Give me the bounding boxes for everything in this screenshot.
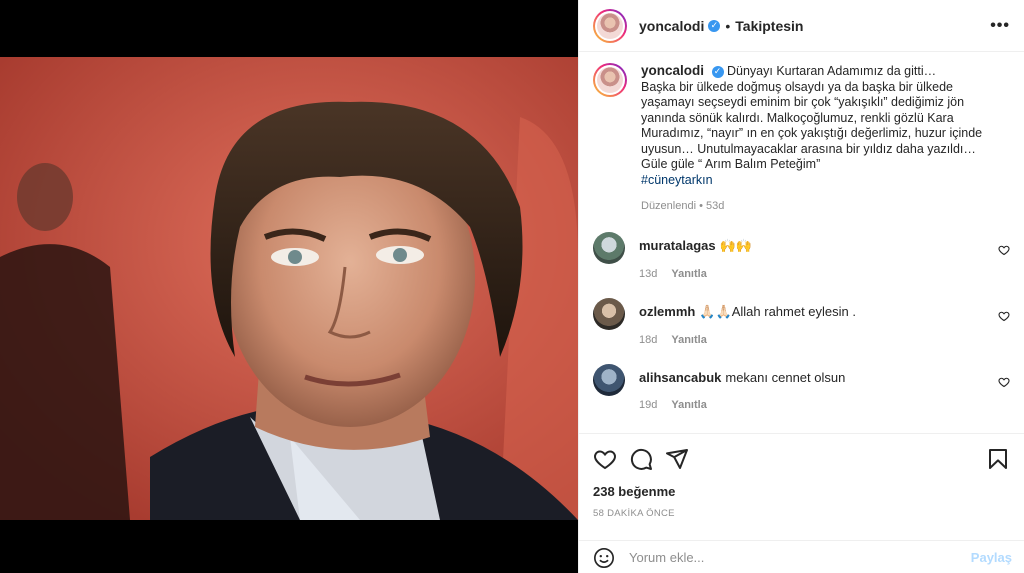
caption-author-avatar[interactable]: [593, 63, 627, 97]
share-icon[interactable]: [665, 447, 689, 471]
comment-item: ozlemmh 🙏🏻🙏🏻Allah rahmet eylesin . 18d Yan…: [593, 298, 1010, 346]
comment-like-heart-icon[interactable]: [998, 244, 1010, 256]
verified-badge-icon: ✓: [711, 65, 724, 78]
commenter-username[interactable]: alihsancabuk: [639, 370, 721, 385]
verified-badge-icon: ✓: [708, 19, 721, 32]
post-image[interactable]: [0, 57, 578, 520]
caption-line: Dünyayı Kurtaran Adamımız da gitti…: [726, 64, 937, 78]
media-pane: [0, 0, 578, 573]
comment-text: 🙏🏻🙏🏻Allah rahmet eylesin .: [699, 304, 856, 319]
commenter-avatar[interactable]: [593, 232, 625, 264]
caption-line: Muradımız, “nayır” ın en çok yakıştığı d…: [641, 126, 983, 140]
comment-like-heart-icon[interactable]: [998, 376, 1010, 388]
caption-line: uyusun… Unutulmayacaklar arasına bir yıl…: [641, 141, 976, 156]
comments-scroll-area[interactable]: yoncalodi ✓ Dünyayı Kurtaran Adamımız da…: [579, 53, 1024, 433]
comment-text: 🙌🙌: [719, 238, 752, 253]
edited-time: 53d: [706, 200, 725, 212]
comment-time: 19d: [639, 399, 658, 411]
edited-label: Düzenlendi: [641, 200, 697, 212]
caption-text: yoncalodi ✓ Dünyayı Kurtaran Adamımız da…: [641, 63, 982, 188]
post-header: yoncalodi ✓ • Takiptesin •••: [579, 0, 1024, 52]
action-icons-row: [593, 434, 1010, 484]
post-timestamp: 58 DAKİKA ÖNCE: [593, 508, 675, 519]
caption-block: yoncalodi ✓ Dünyayı Kurtaran Adamımız da…: [593, 63, 1010, 188]
comment-time: 13d: [639, 268, 658, 280]
caption-username[interactable]: yoncalodi: [641, 63, 704, 78]
caption-line: Güle güle “ Arım Balım Peteğim”: [641, 157, 821, 171]
comment-time: 18d: [639, 334, 658, 346]
author-username[interactable]: yoncalodi: [639, 18, 704, 34]
comment-composer: Paylaş: [579, 540, 1024, 573]
post-comment-button[interactable]: Paylaş: [971, 550, 1012, 565]
commenter-username[interactable]: ozlemmh: [639, 304, 695, 319]
emoji-icon[interactable]: [593, 547, 615, 569]
likes-count[interactable]: 238 beğenme: [593, 484, 1010, 499]
reply-button[interactable]: Yanıtla: [671, 399, 706, 411]
separator-dot: •: [725, 17, 731, 34]
comment-icon[interactable]: [629, 447, 653, 471]
caption-line: yanında sönük kalırdı. Malkoçoğlumuz, re…: [641, 110, 954, 125]
hashtag-link[interactable]: #cüneytarkın: [641, 173, 713, 187]
portrait-illustration: [0, 57, 578, 520]
comment-text: mekanı cennet olsun: [725, 370, 846, 385]
caption-line: Başka bir ülkede doğmuş olsaydı ya da ba…: [641, 79, 953, 94]
post-actions: 238 beğenme 58 DAKİKA ÖNCE: [579, 433, 1024, 543]
comment-like-heart-icon[interactable]: [998, 310, 1010, 322]
reply-button[interactable]: Yanıtla: [671, 268, 706, 280]
edited-meta: Düzenlendi • 53d: [641, 200, 725, 212]
caption-line: yaşamayı seçseydi eminim bir çok “yakışı…: [641, 95, 965, 109]
comment-item: alihsancabuk mekanı cennet olsun 19d Yanıt…: [593, 364, 1010, 411]
reply-button[interactable]: Yanıtla: [671, 334, 706, 346]
follow-status-button[interactable]: Takiptesin: [735, 18, 803, 34]
comment-input[interactable]: [629, 550, 971, 565]
bookmark-icon[interactable]: [986, 447, 1010, 471]
heart-icon[interactable]: [593, 447, 617, 471]
author-avatar[interactable]: [593, 8, 627, 43]
post-modal: yoncalodi ✓ • Takiptesin ••• yoncalodi ✓…: [0, 0, 1024, 573]
comment-item: muratalagas 🙌🙌 13d Yanıtla: [593, 232, 1010, 280]
commenter-avatar[interactable]: [593, 298, 625, 330]
commenter-avatar[interactable]: [593, 364, 625, 396]
more-options-button[interactable]: •••: [990, 17, 1010, 35]
commenter-username[interactable]: muratalagas: [639, 238, 716, 253]
post-details-panel: yoncalodi ✓ • Takiptesin ••• yoncalodi ✓…: [578, 0, 1024, 573]
